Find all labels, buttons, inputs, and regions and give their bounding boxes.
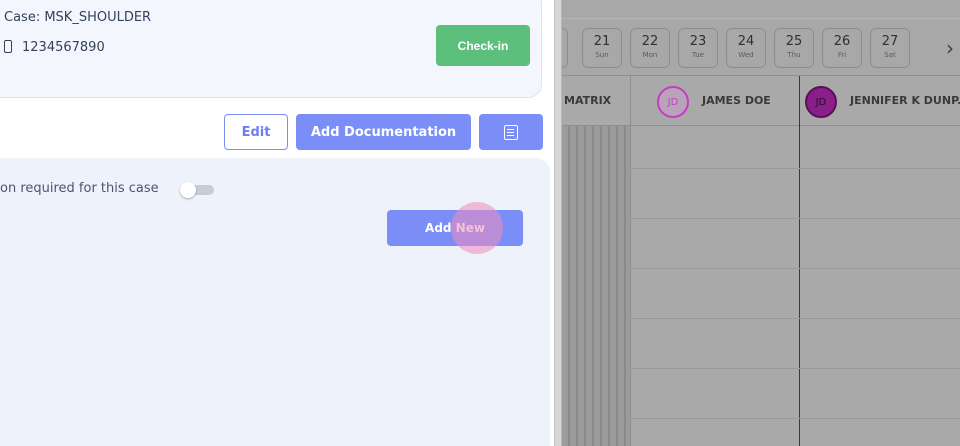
date-number: 21 [593,34,611,49]
date-strip: 21 Sun 22 Mon 23 Tue 24 Wed 25 Thu 26 Fr… [562,0,960,76]
authorization-toggle[interactable] [180,182,216,198]
date-cell[interactable]: 24 Wed [726,28,766,68]
calendar-panel: 21 Sun 22 Mon 23 Tue 24 Wed 25 Thu 26 Fr… [562,0,960,446]
date-number: 27 [881,34,899,49]
add-new-button[interactable]: Add New [387,210,523,246]
date-strip-top-line [562,18,960,19]
date-number: 24 [737,34,755,49]
date-cell[interactable]: 27 Sat [870,28,910,68]
date-number: 23 [689,34,707,49]
time-slot-line [630,268,960,269]
date-cell[interactable]: 23 Tue [678,28,718,68]
case-detail-panel: Case: MSK_SHOULDER 1234567890 Check-in E… [0,0,554,446]
time-slot-line [630,318,960,319]
document-icon [504,124,518,140]
date-weekday: Mon [642,51,658,59]
panel-divider[interactable] [554,0,562,446]
date-number: 26 [833,34,851,49]
date-cell-partial[interactable] [562,28,568,68]
chevron-right-icon[interactable]: › [946,36,954,60]
authorization-required-label: on required for this case [0,181,159,196]
date-number: 25 [785,34,803,49]
time-slot-line [630,368,960,369]
date-weekday: Fri [837,51,847,59]
case-title: Case: MSK_SHOULDER [4,10,152,25]
time-slot-line [630,418,960,419]
add-documentation-button[interactable]: Add Documentation [296,114,471,150]
time-slot-line [630,218,960,219]
column-divider [799,76,800,446]
date-cell[interactable]: 25 Thu [774,28,814,68]
column-divider [630,76,631,446]
date-cell[interactable]: 22 Mon [630,28,670,68]
date-weekday: Sun [595,51,609,59]
date-cell[interactable]: 21 Sun [582,28,622,68]
avatar[interactable]: JD [657,86,689,118]
date-weekday: Wed [738,51,754,59]
check-in-button[interactable]: Check-in [436,25,530,66]
resource-label-matrix: MATRIX [564,94,612,107]
resource-label-james-doe: JAMES DOE [702,94,771,107]
phone-number: 1234567890 [22,40,105,55]
resource-label-jennifer: JENNIFER K DUNP... [850,94,960,107]
edit-button[interactable]: Edit [224,114,288,150]
avatar[interactable]: JD [805,86,837,118]
date-weekday: Sat [884,51,896,59]
phone-icon [4,40,12,53]
document-button[interactable] [479,114,543,150]
toggle-knob [180,182,196,198]
date-weekday: Thu [787,51,801,59]
authorization-section [0,158,550,446]
matrix-column-slots [562,126,630,446]
date-number: 22 [641,34,659,49]
date-cell[interactable]: 26 Fri [822,28,862,68]
time-slot-line [630,168,960,169]
date-weekday: Tue [692,51,704,59]
